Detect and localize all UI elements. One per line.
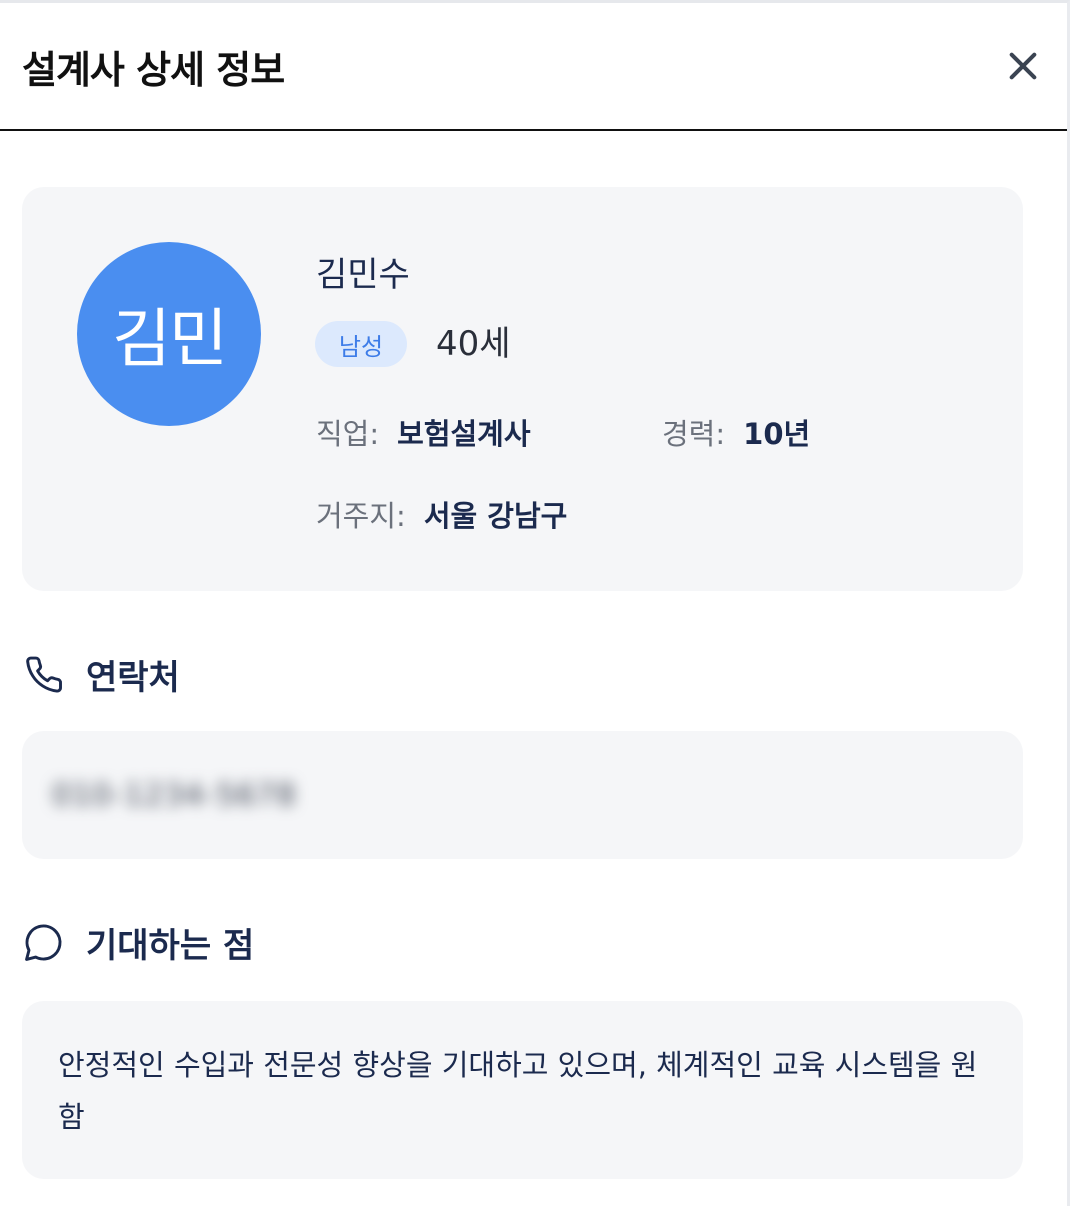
avatar: 김민 [77,242,261,426]
contact-card: 010-1234-5678 [22,731,1023,859]
phone-icon [26,656,62,693]
age-text: 40세 [436,324,511,364]
page-title: 설계사 상세 정보 [22,47,285,92]
designer-name: 김민수 [316,255,410,295]
close-button[interactable] [1003,46,1043,86]
residence-row: 거주지: 서울 강남구 [316,493,567,535]
phone-number[interactable]: 010-1234-5678 [52,778,297,813]
panel-content: 김민 김민수 남성 40세 직업: 보험설계사 경력: 10년 거주지: 서울 … [0,131,1067,1179]
job-value: 보험설계사 [397,417,531,451]
panel-header: 설계사 상세 정보 [0,3,1067,131]
expectation-card: 안정적인 수입과 전문성 향상을 기대하고 있으며, 체계적인 교육 시스템을 … [22,1001,1023,1179]
expectation-title: 기대하는 점 [86,925,255,966]
expectation-text: 안정적인 수입과 전문성 향상을 기대하고 있으며, 체계적인 교육 시스템을 … [58,1048,978,1134]
job-label: 직업: [316,417,380,451]
profile-card: 김민 김민수 남성 40세 직업: 보험설계사 경력: 10년 거주지: 서울 … [22,187,1023,591]
chat-bubble-icon [25,924,62,961]
expectation-section-title: 기대하는 점 [22,917,1023,967]
career-value: 10년 [743,417,811,451]
designer-detail-panel: 설계사 상세 정보 김민 김민수 남성 40세 직업: 보험설계사 경력: 10… [0,0,1070,1206]
career-label: 경력: [662,417,726,451]
job-row: 직업: 보험설계사 [316,411,531,453]
residence-value: 서울 강남구 [423,499,568,533]
contact-title: 연락처 [86,657,180,698]
contact-section-title: 연락처 [22,649,1023,699]
gender-badge: 남성 [315,321,407,367]
career-row: 경력: 10년 [662,411,810,453]
residence-label: 거주지: [316,499,406,533]
